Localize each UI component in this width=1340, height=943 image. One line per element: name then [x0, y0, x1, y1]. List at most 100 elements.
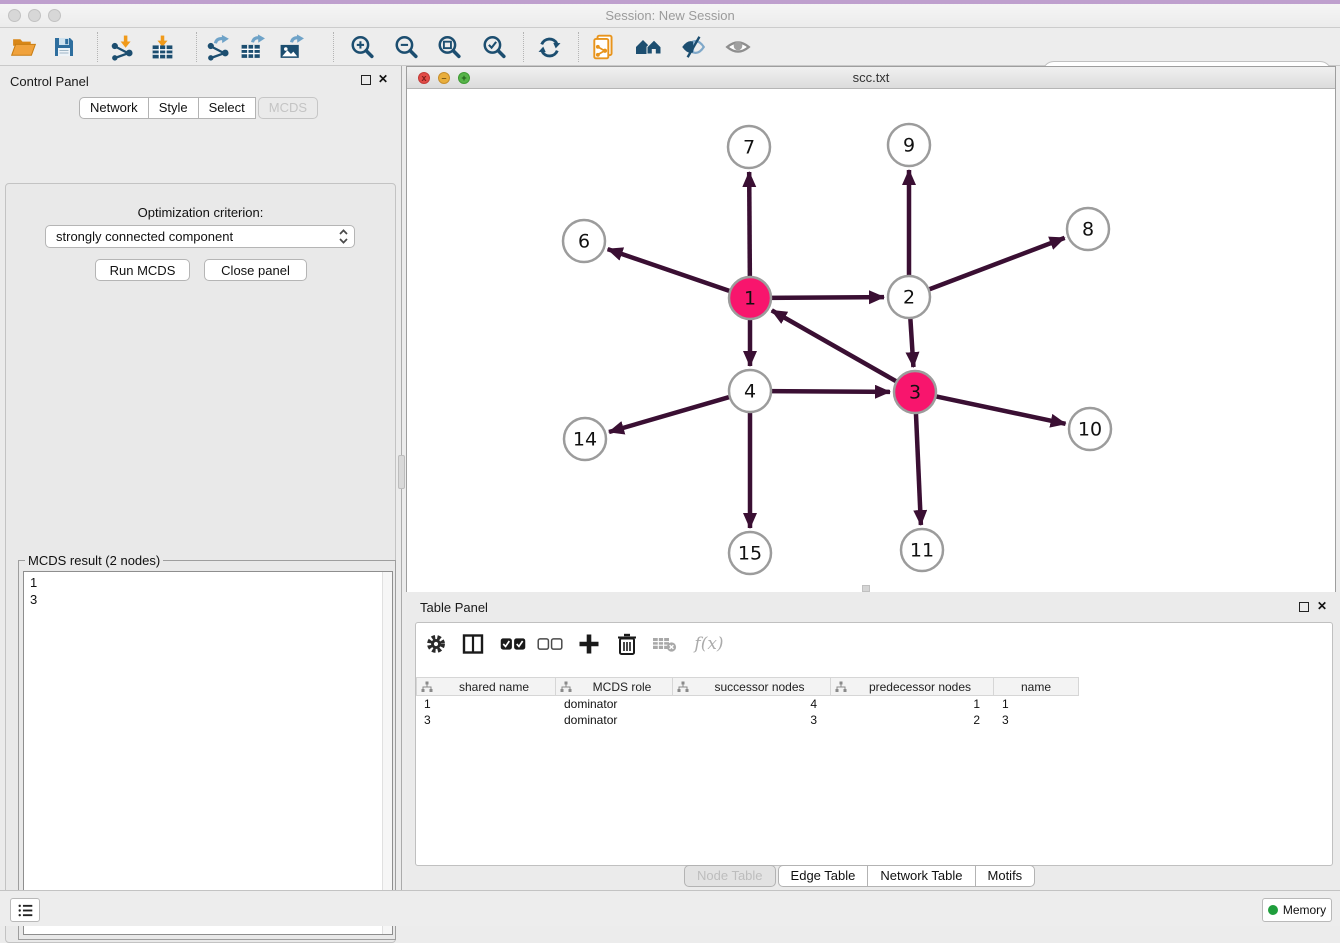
close-panel-icon[interactable]: ✕ — [378, 74, 388, 84]
hierarchy-icon — [421, 681, 433, 693]
split-columns-icon — [461, 632, 485, 656]
network-graph[interactable]: 7968124314101511 — [407, 89, 1335, 592]
mcds-result-textarea[interactable]: 1 3 — [23, 571, 393, 935]
node-label-14: 14 — [573, 429, 597, 451]
network-canvas[interactable]: 7968124314101511 — [407, 89, 1335, 592]
minimize-window-button[interactable] — [28, 9, 41, 22]
node-label-2: 2 — [903, 287, 915, 309]
edge-1-7[interactable] — [749, 172, 750, 280]
split-pane-divider[interactable] — [398, 455, 405, 489]
close-panel-button[interactable]: Close panel — [204, 259, 307, 281]
tab-network[interactable]: Network — [79, 97, 149, 119]
zoom-in-icon — [349, 34, 376, 61]
memory-button[interactable]: Memory — [1262, 898, 1332, 922]
cell-mcds-role[interactable]: dominator — [556, 697, 673, 711]
home-button[interactable] — [635, 33, 663, 61]
zoom-fit-button[interactable] — [435, 33, 463, 61]
import-table-icon — [149, 34, 176, 61]
column-header-predecessor-nodes[interactable]: predecessor nodes — [831, 677, 994, 696]
close-window-button[interactable] — [8, 9, 21, 22]
table-header-row: shared name MCDS role successor nodes pr… — [416, 677, 1079, 696]
cell-successor-nodes[interactable]: 4 — [673, 697, 831, 711]
close-table-panel-icon[interactable]: ✕ — [1317, 601, 1327, 611]
delete-column-button[interactable] — [614, 631, 640, 657]
cell-shared-name[interactable]: 1 — [416, 697, 556, 711]
optimization-criterion-value: strongly connected component — [56, 229, 339, 244]
table-tabs: Node Table Edge Table Network Table Moti… — [685, 865, 1035, 887]
run-mcds-button[interactable]: Run MCDS — [95, 259, 190, 281]
gear-button[interactable] — [423, 631, 449, 657]
zoom-out-button[interactable] — [392, 33, 420, 61]
column-header-mcds-role[interactable]: MCDS role — [556, 677, 673, 696]
open-session-button[interactable] — [9, 33, 37, 61]
function-builder-button[interactable]: f(x) — [691, 631, 727, 657]
edge-4-3[interactable] — [768, 391, 890, 392]
toolbar-separator — [196, 32, 197, 62]
apply-layout-button[interactable] — [535, 33, 563, 61]
zoom-selected-button[interactable] — [480, 33, 508, 61]
optimization-criterion-select[interactable]: strongly connected component — [45, 225, 355, 248]
network-minimize-button[interactable]: – — [438, 72, 450, 84]
edge-1-6[interactable] — [608, 249, 733, 292]
delete-table-button[interactable] — [652, 631, 678, 657]
export-network-button[interactable] — [204, 33, 232, 61]
float-table-panel-icon[interactable] — [1299, 602, 1309, 612]
edge-3-1[interactable] — [772, 310, 900, 383]
result-scrollbar[interactable] — [382, 572, 392, 934]
export-image-button[interactable] — [277, 33, 305, 61]
cell-successor-nodes[interactable]: 3 — [673, 713, 831, 727]
zoom-window-button[interactable] — [48, 9, 61, 22]
edge-4-14[interactable] — [609, 396, 733, 432]
cell-shared-name[interactable]: 3 — [416, 713, 556, 727]
network-view-window: x – + scc.txt 7968124314101511 — [406, 66, 1336, 592]
clone-network-button[interactable] — [590, 33, 618, 61]
cell-mcds-role[interactable]: dominator — [556, 713, 673, 727]
edge-1-2[interactable] — [768, 297, 884, 298]
edge-2-8[interactable] — [926, 238, 1065, 291]
split-columns-button[interactable] — [460, 631, 486, 657]
import-network-button[interactable] — [108, 33, 136, 61]
network-maximize-button[interactable]: + — [458, 72, 470, 84]
column-header-shared-name[interactable]: shared name — [416, 677, 556, 696]
cell-predecessor-nodes[interactable]: 2 — [831, 713, 994, 727]
canvas-resize-grip[interactable] — [862, 585, 870, 592]
network-window-titlebar[interactable]: x – + scc.txt — [407, 67, 1335, 89]
cell-predecessor-nodes[interactable]: 1 — [831, 697, 994, 711]
network-close-button[interactable]: x — [418, 72, 430, 84]
edge-3-11[interactable] — [916, 410, 921, 525]
node-label-3: 3 — [909, 382, 921, 404]
tab-mcds[interactable]: MCDS — [258, 97, 318, 119]
column-header-successor-nodes[interactable]: successor nodes — [673, 677, 831, 696]
toggle-label-visibility-button[interactable] — [679, 33, 707, 61]
table-row[interactable]: 1 dominator 4 1 1 — [416, 696, 1332, 712]
tab-edge-table[interactable]: Edge Table — [778, 865, 869, 887]
save-session-button[interactable] — [50, 33, 78, 61]
float-panel-icon[interactable] — [361, 75, 371, 85]
select-all-columns-button[interactable] — [500, 631, 526, 657]
cell-name[interactable]: 3 — [994, 713, 1079, 727]
tab-style[interactable]: Style — [148, 97, 199, 119]
import-network-icon — [109, 34, 136, 61]
edge-3-10[interactable] — [933, 396, 1066, 424]
column-header-name[interactable]: name — [994, 677, 1079, 696]
import-table-button[interactable] — [148, 33, 176, 61]
table-row[interactable]: 3 dominator 3 2 3 — [416, 712, 1332, 728]
eye-button[interactable] — [724, 33, 752, 61]
titlebar: Session: New Session — [0, 4, 1340, 28]
show-panels-button[interactable] — [10, 898, 40, 922]
export-table-button[interactable] — [238, 33, 266, 61]
edge-2-3[interactable] — [910, 315, 913, 367]
tab-node-table[interactable]: Node Table — [684, 865, 776, 887]
hierarchy-icon — [560, 681, 572, 693]
node-label-10: 10 — [1078, 419, 1102, 441]
add-column-button[interactable] — [576, 631, 602, 657]
zoom-in-button[interactable] — [348, 33, 376, 61]
zoom-out-icon — [393, 34, 420, 61]
unselect-all-columns-button[interactable] — [537, 631, 563, 657]
tab-motifs[interactable]: Motifs — [975, 865, 1036, 887]
home-icon — [635, 33, 663, 61]
tab-select[interactable]: Select — [198, 97, 256, 119]
gear-icon — [425, 633, 447, 655]
cell-name[interactable]: 1 — [994, 697, 1079, 711]
tab-network-table[interactable]: Network Table — [867, 865, 975, 887]
